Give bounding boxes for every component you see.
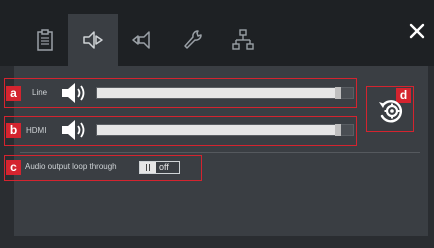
tab-audio-output[interactable] xyxy=(68,14,118,66)
wrench-icon xyxy=(184,30,202,49)
line-volume-thumb[interactable] xyxy=(334,87,341,99)
hdmi-volume-thumb[interactable] xyxy=(334,124,341,136)
tab-general[interactable] xyxy=(20,14,70,66)
close-icon xyxy=(409,23,425,39)
audio-settings-window: a Line b HDMI c Audio output loop throug… xyxy=(0,0,434,248)
line-volume-slider[interactable] xyxy=(96,87,354,99)
callout-marker-b: b xyxy=(6,123,21,138)
callout-marker-a: a xyxy=(6,86,21,101)
loop-through-label: Audio output loop through xyxy=(25,162,117,171)
toggle-state: off xyxy=(159,162,169,172)
hdmi-volume-fill xyxy=(97,125,338,135)
divider xyxy=(20,152,420,153)
hdmi-label: HDMI xyxy=(26,126,47,135)
hdmi-volume-slider[interactable] xyxy=(96,124,354,136)
tab-bar xyxy=(0,0,434,66)
line-label: Line xyxy=(32,88,48,97)
reset-gear-icon xyxy=(379,100,403,123)
callout-marker-c: c xyxy=(6,160,21,175)
tab-tools[interactable] xyxy=(168,14,218,66)
toggle-knob xyxy=(140,162,156,173)
close-button[interactable] xyxy=(404,18,430,44)
network-icon xyxy=(232,29,254,50)
line-volume-fill xyxy=(97,88,338,98)
tab-audio-input[interactable] xyxy=(118,14,168,66)
tab-network[interactable] xyxy=(218,14,268,66)
reset-button[interactable] xyxy=(375,95,407,127)
audio-output-icon xyxy=(83,31,103,49)
clipboard-icon xyxy=(37,29,53,51)
audio-input-icon xyxy=(132,31,150,49)
speaker-icon[interactable] xyxy=(60,118,88,142)
loop-through-toggle[interactable]: off xyxy=(139,161,180,174)
speaker-icon[interactable] xyxy=(60,81,88,105)
